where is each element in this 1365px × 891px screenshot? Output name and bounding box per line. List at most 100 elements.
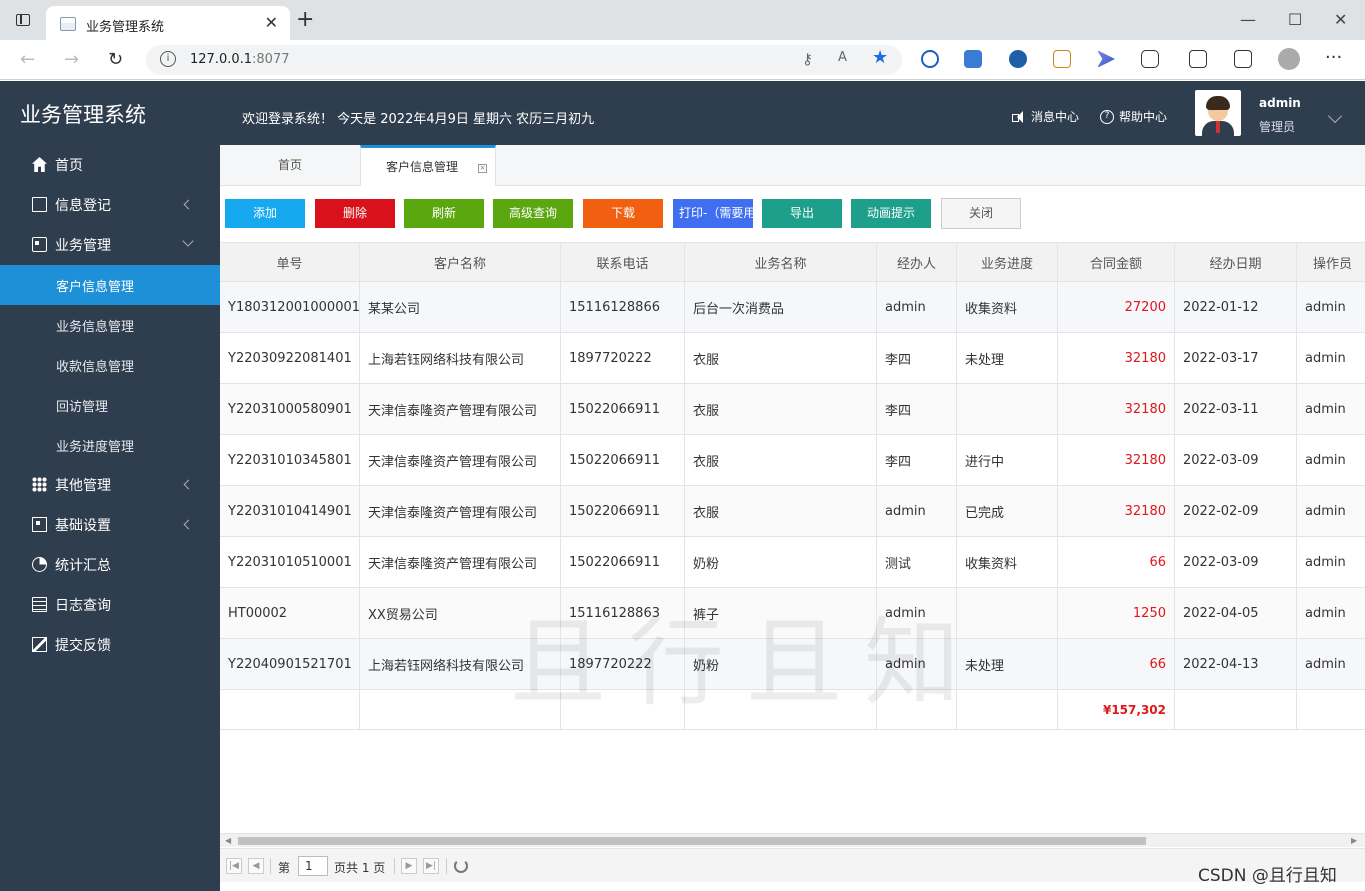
prev-page-icon[interactable]: ◀ [248,858,264,874]
back-icon[interactable]: ← [20,49,35,70]
next-page-icon[interactable]: ▶ [401,858,417,874]
column-header[interactable]: 业务进度 [957,243,1058,281]
extensions-puzzle-icon[interactable] [1141,50,1159,68]
export-button[interactable]: 导出 [762,199,842,228]
table-cell: 李四 [877,384,957,434]
avatar[interactable] [1195,90,1241,136]
refresh-button[interactable]: 刷新 [404,199,484,228]
table-row[interactable]: HT00002 XX贸易公司 15116128863 裤子 admin 1250 2022-… [220,588,1365,639]
sidebar-item-feedback[interactable]: 提交反馈 [0,625,220,665]
table-cell: 2022-01-12 [1175,282,1297,332]
message-center-link[interactable]: 消息中心 [1012,108,1079,125]
new-tab-icon[interactable]: + [296,9,314,31]
column-header[interactable]: 联系电话 [561,243,685,281]
column-header[interactable]: 客户名称 [360,243,561,281]
table-cell: 李四 [877,435,957,485]
sidebar-item-log[interactable]: 日志查询 [0,585,220,625]
chevron-down-icon[interactable] [1327,108,1343,124]
collections-icon[interactable] [1234,50,1252,68]
table-row[interactable]: Y22031010345801 天津信泰隆资产管理有限公司 15022066911 衣… [220,435,1365,486]
window-close-icon[interactable]: ✕ [1334,10,1347,29]
table-cell [220,690,360,729]
tab-home[interactable]: 首页 [220,145,360,186]
browser-tab[interactable]: 业务管理系统 ✕ [46,6,290,40]
browser-tabstrip: 业务管理系统 ✕ + — ☐ ✕ [0,0,1365,40]
scroll-left-icon[interactable]: ◀ [225,836,231,845]
sidebar-item-business-info[interactable]: 业务信息管理 [0,305,220,345]
sidebar-item-statistics[interactable]: 统计汇总 [0,545,220,585]
sidebar-item-info-register[interactable]: 信息登记 [0,185,220,225]
first-page-icon[interactable]: |◀ [226,858,242,874]
url-field[interactable]: i 127.0.0.1:8077 ⚷ A ★ [146,45,902,75]
minimize-icon[interactable]: — [1240,10,1256,29]
sidebar-item-progress[interactable]: 业务进度管理 [0,425,220,465]
sidebar-item-label: 统计汇总 [55,558,111,574]
column-header[interactable]: 经办日期 [1175,243,1297,281]
refresh-icon[interactable] [454,859,468,873]
chevron-left-icon [183,199,194,210]
scroll-right-icon[interactable]: ▶ [1351,836,1357,845]
tab-close-icon[interactable]: ✕ [265,13,278,32]
page-number-input[interactable]: 1 [298,856,328,876]
browser-tab-title: 业务管理系统 [86,20,165,35]
sidebar-item-customer-info[interactable]: 客户信息管理 [0,265,220,305]
maximize-icon[interactable]: ☐ [1288,10,1302,29]
site-info-icon[interactable]: i [160,51,176,67]
table-cell: admin [1297,384,1365,434]
sidebar-item-other[interactable]: 其他管理 [0,465,220,505]
table-row[interactable]: Y180312001000001 某某公司 15116128866 后台一次消费品 ad… [220,282,1365,333]
table-cell: Y22040901521701 [220,639,360,689]
table-cell: admin [877,282,957,332]
column-header[interactable]: 经办人 [877,243,957,281]
favorites-icon[interactable] [1189,50,1207,68]
scrollbar-thumb[interactable] [238,837,1146,845]
extension-translate-icon[interactable] [964,50,982,68]
sidebar-item-revisit[interactable]: 回访管理 [0,385,220,425]
table-cell: Y22031010414901 [220,486,360,536]
horizontal-scrollbar[interactable]: ◀ ▶ [220,833,1365,847]
last-page-icon[interactable]: ▶| [423,858,439,874]
sidebar-item-label: 首页 [55,158,83,174]
help-center-link[interactable]: ? 帮助中心 [1100,108,1167,125]
sidebar-item-base-settings[interactable]: 基础设置 [0,505,220,545]
extension-send-icon[interactable] [1097,50,1115,68]
column-header[interactable]: 合同金额 [1058,243,1175,281]
key-icon[interactable]: ⚷ [802,50,813,68]
table-row[interactable]: Y22031010414901 天津信泰隆资产管理有限公司 15022066911 衣… [220,486,1365,537]
table-cell: 2022-03-09 [1175,537,1297,587]
extension-clock-icon[interactable] [921,50,939,68]
column-header[interactable]: 业务名称 [685,243,877,281]
print-button[interactable]: 打印-（需要用 [673,199,753,228]
advanced-search-button[interactable]: 高级查询 [493,199,573,228]
extension-notes-icon[interactable] [1053,50,1071,68]
extension-vpn-icon[interactable] [1009,50,1027,68]
forward-icon[interactable]: → [64,49,79,70]
favorite-star-icon[interactable]: ★ [872,47,888,68]
table-cell: 32180 [1058,333,1175,383]
profile-avatar-icon[interactable] [1278,48,1300,70]
add-button[interactable]: 添加 [225,199,305,228]
delete-button[interactable]: 删除 [315,199,395,228]
column-header[interactable]: 单号 [220,243,360,281]
close-button[interactable]: 关闭 [941,198,1021,229]
animation-tip-button[interactable]: 动画提示 [851,199,931,228]
table-cell: admin [1297,537,1365,587]
sidebar-item-business[interactable]: 业务管理 [0,225,220,265]
table-cell: 15022066911 [561,537,685,587]
reload-icon[interactable]: ↻ [108,49,123,70]
window-menu-icon[interactable] [16,14,30,26]
table-row[interactable]: Y22040901521701 上海若钰网络科技有限公司 1897720222 奶粉 a… [220,639,1365,690]
column-header[interactable]: 操作员 [1297,243,1365,281]
browser-menu-icon[interactable]: ··· [1325,47,1342,68]
download-button[interactable]: 下载 [583,199,663,228]
table-row[interactable]: Y22031000580901 天津信泰隆资产管理有限公司 15022066911 衣… [220,384,1365,435]
tab-close-icon[interactable]: × [478,164,487,173]
table-row[interactable]: Y22030922081401 上海若钰网络科技有限公司 1897720222 衣服李… [220,333,1365,384]
sidebar-item-payment-info[interactable]: 收款信息管理 [0,345,220,385]
table-row[interactable]: Y22031010510001 天津信泰隆资产管理有限公司 15022066911 奶… [220,537,1365,588]
read-aloud-icon[interactable]: A [838,50,847,65]
tab-customer-info[interactable]: 客户信息管理 × [360,145,496,186]
sidebar-item-label: 提交反馈 [55,638,111,654]
table-cell: 裤子 [685,588,877,638]
sidebar-item-home[interactable]: 首页 [0,145,220,185]
